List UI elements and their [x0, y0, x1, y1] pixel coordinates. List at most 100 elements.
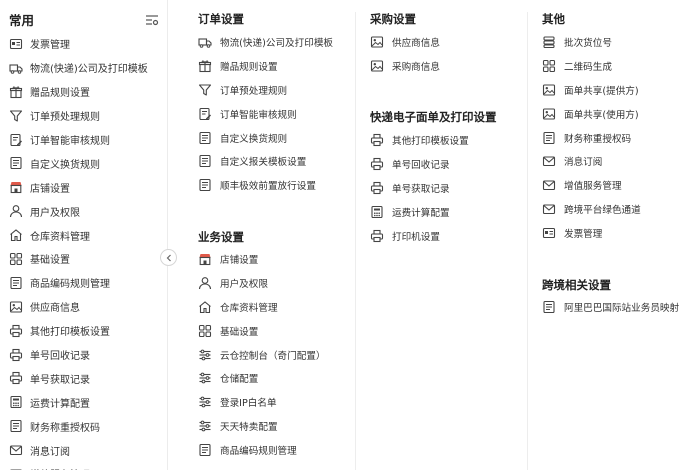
document-edit-icon: [199, 107, 211, 120]
sidebar-header: 常用: [0, 0, 167, 32]
printer-icon: [370, 229, 384, 242]
menu-item[interactable]: 消息订阅: [542, 149, 641, 173]
menu-item[interactable]: 发票管理: [542, 221, 641, 245]
document-list-icon: [199, 179, 211, 192]
collapse-sidebar-button[interactable]: [160, 249, 177, 266]
menu-item[interactable]: 订单预处理规则: [198, 78, 333, 102]
menu-item-label: 增值服务管理: [30, 466, 90, 470]
menu-item-label: 其他打印模板设置: [30, 327, 110, 339]
menu-item[interactable]: 增值服务管理: [542, 173, 641, 197]
settings-list-icon[interactable]: [145, 11, 159, 26]
printer-icon: [9, 372, 23, 385]
menu-item[interactable]: 顺丰极效前置放行设置: [198, 173, 333, 197]
menu-item[interactable]: 仓储配置: [198, 366, 326, 390]
menu-item[interactable]: 运费计算配置: [370, 200, 469, 224]
sidebar-item[interactable]: 其他打印模板设置: [0, 319, 167, 343]
menu-item[interactable]: 登录IP白名单: [198, 390, 326, 414]
sidebar-item[interactable]: 财务称重授权码: [0, 414, 167, 438]
menu-purchase: 供应商信息采购商信息: [370, 30, 440, 78]
sidebar-item[interactable]: 物流(快递)公司及打印模板: [0, 56, 167, 80]
menu-item-label: 供应商信息: [30, 303, 80, 315]
menu-item[interactable]: 财务称重授权码: [542, 126, 641, 150]
sidebar-item[interactable]: 自定义换货规则: [0, 151, 167, 175]
menu-item[interactable]: 仓库资料管理: [198, 295, 326, 319]
menu-item-label: 自定义报关模板设置: [220, 157, 307, 169]
menu-item[interactable]: 物流(快递)公司及打印模板: [198, 30, 333, 54]
sidebar: 常用 发票管理 物流(快递)公司及打印模板赠品规则设置 订单预处理规则 订单智能审核规…: [0, 0, 168, 470]
calculator-icon: [371, 205, 383, 218]
menu-item-label: 订单预处理规则: [30, 112, 100, 124]
menu-item[interactable]: 打印机设置: [370, 224, 469, 248]
menu-item[interactable]: 单号回收记录: [370, 152, 469, 176]
menu-item[interactable]: 天天特卖配置: [198, 414, 326, 438]
sidebar-item[interactable]: 基础设置: [0, 247, 167, 271]
printer-icon: [370, 133, 384, 146]
sidebar-item[interactable]: 单号获取记录: [0, 366, 167, 390]
menu-item[interactable]: 云仓控制台（奇门配置）: [198, 343, 326, 367]
sidebar-item[interactable]: 发票管理: [0, 32, 167, 56]
menu-item-label: 云仓控制台（奇门配置）: [220, 350, 326, 362]
menu-item-label: 发票管理: [564, 229, 603, 241]
sidebar-item[interactable]: 仓库资料管理: [0, 223, 167, 247]
menu-item[interactable]: 阿里巴巴国际站业务员映射: [542, 295, 679, 319]
menu-item-label: 面单共享(使用方): [564, 109, 639, 121]
warehouse-icon: [199, 301, 211, 313]
menu-item[interactable]: 用户及权限: [198, 271, 326, 295]
sidebar-item[interactable]: 供应商信息: [0, 295, 167, 319]
sidebar-item[interactable]: 运费计算配置: [0, 390, 167, 414]
menu-item[interactable]: 单号获取记录: [370, 176, 469, 200]
menu-item-label: 基础设置: [30, 255, 70, 267]
sidebar-item[interactable]: 店铺设置: [0, 175, 167, 199]
invoice-icon: [9, 38, 23, 49]
section-title-purchase: 采购设置: [370, 12, 416, 26]
menu-item[interactable]: 自定义报关模板设置: [198, 149, 333, 173]
sidebar-item[interactable]: 商品编码规则管理: [0, 271, 167, 295]
menu-item[interactable]: 面单共享(使用方): [542, 102, 641, 126]
menu-item-label: 仓库资料管理: [220, 302, 278, 314]
document-list-icon: [199, 444, 211, 457]
menu-item[interactable]: 采购商信息: [370, 54, 440, 78]
invoice-icon: [542, 228, 556, 239]
document-list-icon: [10, 157, 22, 170]
sidebar-item[interactable]: 消息订阅: [0, 438, 167, 462]
sidebar-item[interactable]: 增值服务管理: [0, 462, 167, 470]
document-list-icon: [10, 276, 22, 289]
menu-business: 店铺设置 用户及权限仓库资料管理 基础设置云仓控制台（奇门配置） 仓储配置 登录IP白名…: [198, 247, 326, 462]
document-list-icon: [10, 420, 22, 433]
sidebar-title: 常用: [9, 13, 35, 28]
menu-item[interactable]: 批次货位号: [542, 30, 641, 54]
menu-item-label: 基础设置: [220, 326, 259, 338]
store-icon: [199, 253, 211, 265]
column-purchase-print: 采购设置 供应商信息 采购商信息 快递电子面单及打印设置 其他打印模板设置 单号回收…: [370, 0, 530, 470]
menu-crossborder: 阿里巴巴国际站业务员映射: [542, 295, 679, 319]
menu-print: 其他打印模板设置 单号回收记录 单号获取记录 运费计算配置 打印机设置: [370, 128, 469, 247]
sidebar-item[interactable]: 用户及权限: [0, 199, 167, 223]
menu-item[interactable]: 二维码生成: [542, 54, 641, 78]
menu-item-label: 订单智能审核规则: [30, 136, 110, 147]
menu-order: 物流(快递)公司及打印模板 赠品规则设置 订单预处理规则 订单智能审核规则自定义换货规…: [198, 30, 333, 197]
menu-item[interactable]: 订单智能审核规则: [198, 102, 333, 126]
menu-item[interactable]: 自定义换货规则: [198, 126, 333, 150]
menu-item[interactable]: 其他打印模板设置: [370, 128, 469, 152]
image-icon: [370, 60, 384, 72]
chevron-left-icon: [166, 254, 171, 261]
settings-panel: 订单设置 物流(快递)公司及打印模板 赠品规则设置 订单预处理规则 订单智能审核规则自…: [184, 0, 700, 470]
menu-item[interactable]: 供应商信息: [370, 30, 440, 54]
sidebar-item[interactable]: 订单智能审核规则: [0, 128, 167, 152]
menu-item-label: 跨境平台绿色通道: [564, 205, 641, 217]
menu-item[interactable]: 面单共享(提供方): [542, 78, 641, 102]
menu-item-label: 用户及权限: [30, 207, 80, 219]
menu-item-label: 供应商信息: [392, 37, 440, 49]
menu-item[interactable]: 跨境平台绿色通道: [542, 197, 641, 221]
menu-item-label: 自定义换货规则: [30, 159, 100, 171]
sidebar-item[interactable]: 单号回收记录: [0, 343, 167, 367]
menu-item[interactable]: 商品编码规则管理: [198, 438, 326, 462]
menu-item[interactable]: 店铺设置: [198, 247, 326, 271]
sidebar-item[interactable]: 订单预处理规则: [0, 104, 167, 128]
menu-item[interactable]: 赠品规则设置: [198, 54, 333, 78]
menu-item-label: 自定义换货规则: [220, 133, 288, 145]
sidebar-item[interactable]: 赠品规则设置: [0, 80, 167, 104]
menu-item-label: 店铺设置: [30, 183, 70, 195]
menu-item[interactable]: 基础设置: [198, 319, 326, 343]
menu-item-label: 赠品规则设置: [30, 88, 90, 100]
